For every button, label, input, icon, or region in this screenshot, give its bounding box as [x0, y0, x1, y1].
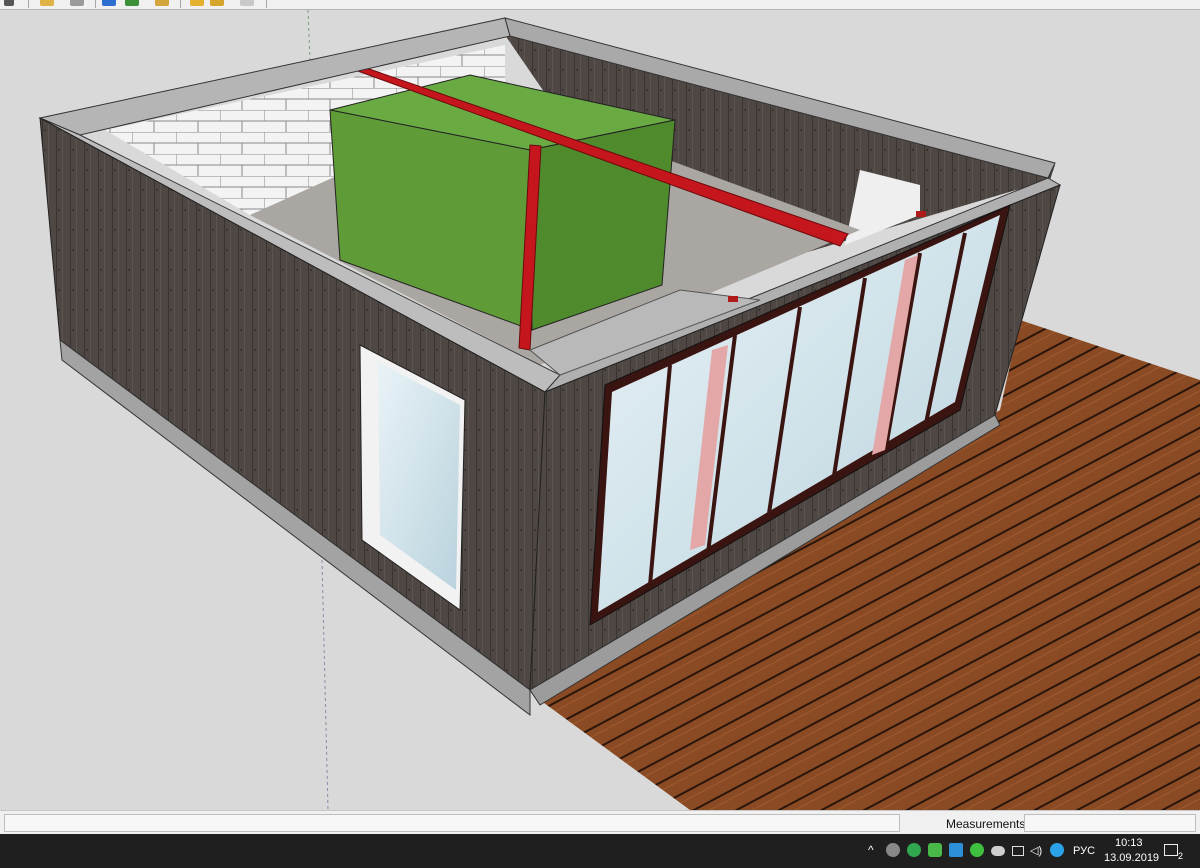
- notification-count: 2: [1178, 851, 1184, 861]
- rim-marker-1: [728, 296, 738, 302]
- rim-marker-2: [916, 211, 926, 217]
- toolbar-separator: [266, 0, 267, 8]
- volume-icon[interactable]: ◁): [1030, 844, 1042, 857]
- network-icon[interactable]: [1012, 846, 1024, 856]
- select-tool-icon[interactable]: [4, 0, 14, 6]
- clock-time[interactable]: 10:13: [1115, 837, 1143, 849]
- toolbar-separator: [95, 0, 96, 8]
- cloud-icon[interactable]: [991, 846, 1005, 856]
- messenger-icon[interactable]: [1050, 843, 1064, 857]
- measurements-label: Measurements: [946, 817, 1026, 831]
- measurements-input[interactable]: [1024, 814, 1196, 832]
- arc-tool-icon[interactable]: [125, 0, 139, 6]
- eraser-icon[interactable]: [40, 0, 54, 6]
- notification-icon[interactable]: [1164, 844, 1178, 856]
- app-icon[interactable]: [949, 843, 963, 857]
- green-dot-icon[interactable]: [907, 843, 921, 857]
- toolbar-separator: [28, 0, 29, 8]
- skype-icon[interactable]: [886, 843, 900, 857]
- clock-date[interactable]: 13.09.2019: [1104, 852, 1159, 864]
- toolbar-separator: [180, 0, 181, 8]
- status-bar: Measurements: [0, 810, 1200, 835]
- windows-taskbar: ^ ◁) РУС 10:13 13.09.2019 2: [0, 834, 1200, 868]
- chevron-up-icon[interactable]: ^: [868, 843, 874, 857]
- model-viewport[interactable]: [0, 10, 1200, 810]
- push-pull-icon[interactable]: [190, 0, 204, 6]
- shield-icon[interactable]: [928, 843, 942, 857]
- rotate-tool-icon[interactable]: [240, 0, 254, 6]
- pencil-icon[interactable]: [102, 0, 116, 6]
- clover-icon[interactable]: [970, 843, 984, 857]
- toolbar: [0, 0, 1200, 10]
- shape-tool-icon[interactable]: [155, 0, 169, 6]
- language-indicator[interactable]: РУС: [1073, 845, 1095, 857]
- move-tool-icon[interactable]: [210, 0, 224, 6]
- paint-bucket-icon[interactable]: [70, 0, 84, 6]
- status-hint-area: [4, 814, 900, 832]
